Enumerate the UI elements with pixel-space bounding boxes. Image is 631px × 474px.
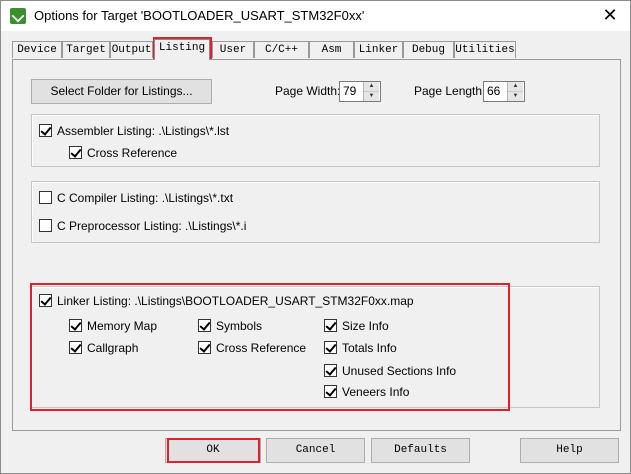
memory-map-label: Memory Map (87, 319, 158, 333)
window-title: Options for Target 'BOOTLOADER_USART_STM… (34, 8, 365, 23)
linker-cross-reference-checkbox[interactable] (198, 341, 211, 354)
c-preprocessor-listing-checkbox[interactable] (39, 219, 52, 232)
page-length-arrows[interactable]: ▲ ▼ (507, 82, 524, 101)
help-button[interactable]: Help (520, 438, 619, 463)
linker-listing-checkbox[interactable] (39, 294, 52, 307)
page-length-value: 66 (487, 84, 501, 98)
listing-page: Select Folder for Listings... Page Width… (12, 59, 621, 431)
c-compiler-listing-checkbox[interactable] (39, 191, 52, 204)
unused-sections-info-checkbox[interactable] (324, 364, 337, 377)
ok-button[interactable]: OK (165, 438, 261, 463)
tab-device[interactable]: Device (12, 41, 62, 58)
veneers-info-label: Veneers Info (342, 385, 410, 399)
defaults-button[interactable]: Defaults (371, 438, 470, 463)
page-length-spinner[interactable]: 66 ▲ ▼ (483, 81, 525, 102)
spin-up-icon[interactable]: ▲ (508, 82, 523, 92)
tab-listing[interactable]: Listing (154, 39, 210, 60)
tab-target[interactable]: Target (62, 41, 110, 58)
tab-user[interactable]: User (212, 41, 254, 58)
totals-info-label: Totals Info (342, 341, 397, 355)
veneers-info-checkbox[interactable] (324, 385, 337, 398)
close-icon[interactable]: ✕ (600, 5, 620, 25)
page-width-label: Page Width: (275, 84, 341, 98)
spin-up-icon[interactable]: ▲ (364, 82, 379, 92)
symbols-label: Symbols (216, 319, 263, 333)
tab-utilities[interactable]: Utilities (454, 41, 516, 58)
select-folder-button[interactable]: Select Folder for Listings... (31, 79, 212, 104)
tab-output[interactable]: Output (110, 41, 153, 58)
assembler-listing-label: Assembler Listing: .\Listings\*.lst (57, 124, 230, 138)
page-length-label: Page Length: (414, 84, 486, 98)
size-info-checkbox[interactable] (324, 319, 337, 332)
memory-map-checkbox[interactable] (69, 319, 82, 332)
page-width-spinner[interactable]: 79 ▲ ▼ (339, 81, 381, 102)
options-dialog: Options for Target 'BOOTLOADER_USART_STM… (0, 0, 631, 474)
callgraph-checkbox[interactable] (69, 341, 82, 354)
spin-down-icon[interactable]: ▼ (364, 92, 379, 101)
linker-listing-label: Linker Listing: .\Listings\BOOTLOADER_US… (57, 294, 414, 308)
size-info-label: Size Info (342, 319, 389, 333)
title-bar: Options for Target 'BOOTLOADER_USART_STM… (1, 1, 630, 31)
linker-cross-reference-label: Cross Reference (216, 341, 307, 355)
page-width-value: 79 (343, 84, 357, 98)
tab-asm[interactable]: Asm (309, 41, 354, 58)
callgraph-label: Callgraph (87, 341, 139, 355)
unused-sections-info-label: Unused Sections Info (342, 364, 457, 378)
c-compiler-listing-label: C Compiler Listing: .\Listings\*.txt (57, 191, 234, 205)
keil-app-icon (10, 8, 26, 24)
tab-c-cpp[interactable]: C/C++ (254, 41, 309, 58)
tab-debug[interactable]: Debug (403, 41, 454, 58)
cancel-button[interactable]: Cancel (266, 438, 365, 463)
assembler-listing-checkbox[interactable] (39, 124, 52, 137)
asm-cross-reference-label: Cross Reference (87, 146, 178, 160)
symbols-checkbox[interactable] (198, 319, 211, 332)
page-width-arrows[interactable]: ▲ ▼ (363, 82, 380, 101)
asm-cross-reference-checkbox[interactable] (69, 146, 82, 159)
spin-down-icon[interactable]: ▼ (508, 92, 523, 101)
c-preprocessor-listing-label: C Preprocessor Listing: .\Listings\*.i (57, 219, 247, 233)
totals-info-checkbox[interactable] (324, 341, 337, 354)
tab-linker[interactable]: Linker (354, 41, 403, 58)
